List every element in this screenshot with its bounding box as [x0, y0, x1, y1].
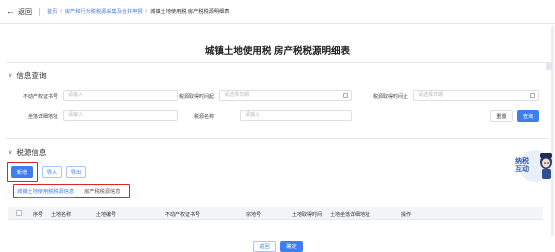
top-bar: ← 返回 首页 / 房产和行为税税源采集及合并申报 / 城镇土地使用税 房产税税… [0, 0, 555, 24]
back-link[interactable]: ← 返回 [6, 7, 32, 17]
footer-back-button[interactable]: 返回 [253, 241, 276, 252]
query-button[interactable]: 查询 [517, 110, 539, 122]
tab-property-tax[interactable]: 房产税税源信息 [84, 188, 120, 198]
col-actions: 操作 [401, 211, 412, 218]
acquire-end-date[interactable]: 请选择日期 [413, 90, 539, 101]
tax-source-name-label: 税源名称 [193, 114, 214, 120]
acquire-end-label: 税源取得时间止 [372, 94, 408, 100]
cert-number-label: 不动产权证书号 [22, 94, 58, 100]
breadcrumb: 首页 / 房产和行为税税源采集及合并申报 / 城镇土地使用税 房产税税源明细表 [47, 8, 230, 16]
tax-tabs: 城镇土地使用税税源信息 房产税税源信息 [17, 188, 130, 198]
tab-land-use-tax[interactable]: 城镇土地使用税税源信息 [17, 188, 75, 198]
tax-source-name-input[interactable]: 请输入 [240, 110, 352, 121]
col-index: 序号 [33, 211, 44, 218]
arrow-left-icon: ← [6, 6, 15, 16]
import-button[interactable]: 导入 [42, 166, 62, 178]
divider [39, 7, 40, 16]
title-divider [6, 62, 549, 63]
col-parcel-number: 宗地号 [246, 211, 262, 218]
col-acquire-time: 土地取得时间 [292, 211, 323, 218]
tax-interaction-mascot[interactable]: 纳税互动 [505, 142, 553, 190]
address-label: 坐落详细地址 [27, 114, 58, 120]
tax-section-header[interactable]: ∨ 税源信息 [8, 147, 46, 158]
breadcrumb-current: 城镇土地使用税 房产税税源明细表 [150, 9, 230, 15]
col-address: 土地坐落详细地址 [330, 211, 371, 218]
acquire-start-date[interactable]: 请选择日期 [219, 90, 352, 101]
calendar-icon [343, 93, 348, 98]
calendar-icon [530, 93, 535, 98]
reset-button[interactable]: 重置 [490, 110, 513, 122]
tax-section-title: 税源信息 [16, 148, 47, 157]
col-cert-number: 不动产权证书号 [165, 211, 201, 218]
breadcrumb-filing[interactable]: 房产和行为税税源采集及合并申报 [65, 8, 143, 15]
col-land-number: 土地编号 [96, 211, 117, 218]
section-divider [6, 138, 549, 139]
side-tool-button[interactable] [546, 62, 552, 70]
chevron-down-icon: ∨ [8, 73, 13, 79]
acquire-start-label: 税源取得时间起 [178, 94, 214, 100]
select-all-checkbox[interactable] [16, 210, 22, 216]
new-button[interactable]: 新增 [11, 166, 33, 178]
query-section-title: 信息查询 [16, 71, 47, 80]
mascot-label: 纳税互动 [515, 158, 529, 173]
table-header: 序号 土地名称 土地编号 不动产权证书号 宗地号 土地取得时间 土地坐落详细地址… [8, 207, 543, 220]
chevron-down-icon: ∨ [8, 150, 13, 156]
page-title: 城镇土地使用税 房产税税源明细表 [204, 46, 351, 57]
breadcrumb-home[interactable]: 首页 [47, 8, 57, 15]
col-land-name: 土地名称 [51, 211, 72, 218]
query-section-header[interactable]: ∨ 信息查询 [8, 70, 46, 81]
back-label: 返回 [18, 8, 32, 16]
scrollbar[interactable] [551, 26, 554, 236]
export-button[interactable]: 导出 [66, 166, 86, 178]
footer-confirm-button[interactable]: 确定 [280, 241, 303, 252]
